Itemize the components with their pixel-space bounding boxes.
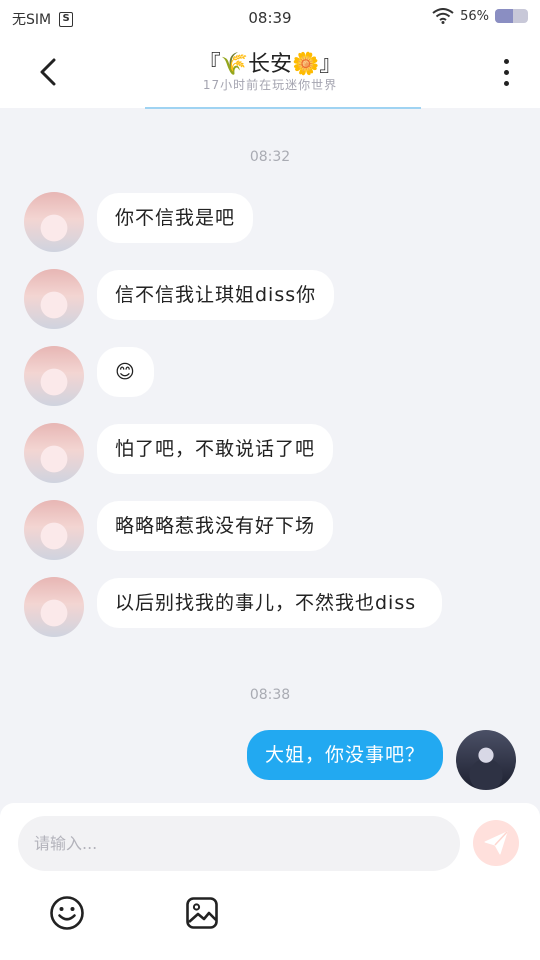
contact-avatar[interactable] [24, 423, 84, 483]
wifi-icon [432, 8, 454, 24]
my-avatar[interactable] [456, 730, 516, 790]
status-right: 56% [432, 8, 528, 24]
battery-percent: 56% [460, 8, 489, 24]
chat-title: 『🌾长安🌼』 [198, 52, 342, 77]
status-bar: 无SIM S 08:39 56% [0, 0, 540, 36]
message-bubble[interactable]: 你不信我是吧 [97, 193, 254, 243]
battery-fill [495, 9, 514, 23]
header-accent-line [145, 107, 421, 109]
time-divider: 08:38 [249, 687, 291, 703]
send-icon [484, 831, 508, 855]
message-bubble-emoji[interactable]: 😊 [97, 347, 154, 397]
chat-header: 『🌾长安🌼』 17小时前在玩迷你世界 [0, 36, 540, 108]
more-vertical-icon-dot [503, 69, 509, 75]
emoji-button[interactable] [49, 895, 85, 931]
message-input[interactable] [18, 816, 460, 871]
contact-avatar[interactable] [24, 192, 84, 252]
chat-subtitle: 17小时前在玩迷你世界 [202, 78, 338, 92]
contact-avatar[interactable] [24, 346, 84, 406]
send-button[interactable] [473, 820, 519, 866]
contact-avatar[interactable] [24, 500, 84, 560]
input-panel [0, 803, 540, 960]
my-message-bubble[interactable]: 大姐，你没事吧？ [246, 730, 443, 780]
contact-avatar[interactable] [24, 577, 84, 637]
more-vertical-icon-dot [503, 80, 509, 86]
contact-avatar[interactable] [24, 269, 84, 329]
emoji-icon [50, 896, 84, 930]
image-button[interactable] [184, 895, 220, 931]
message-bubble[interactable]: 信不信我让琪姐diss你 [97, 270, 335, 320]
message-bubble[interactable]: 怕了吧，不敢说话了吧 [97, 424, 334, 474]
message-bubble[interactable]: 以后别找我的事儿，不然我也diss [97, 578, 442, 628]
more-options-button[interactable] [492, 52, 520, 92]
message-bubble[interactable]: 略略略惹我没有好下场 [97, 501, 334, 551]
more-vertical-icon [503, 58, 509, 64]
battery-icon [495, 9, 528, 23]
image-icon [186, 897, 218, 929]
time-divider: 08:32 [249, 149, 291, 165]
